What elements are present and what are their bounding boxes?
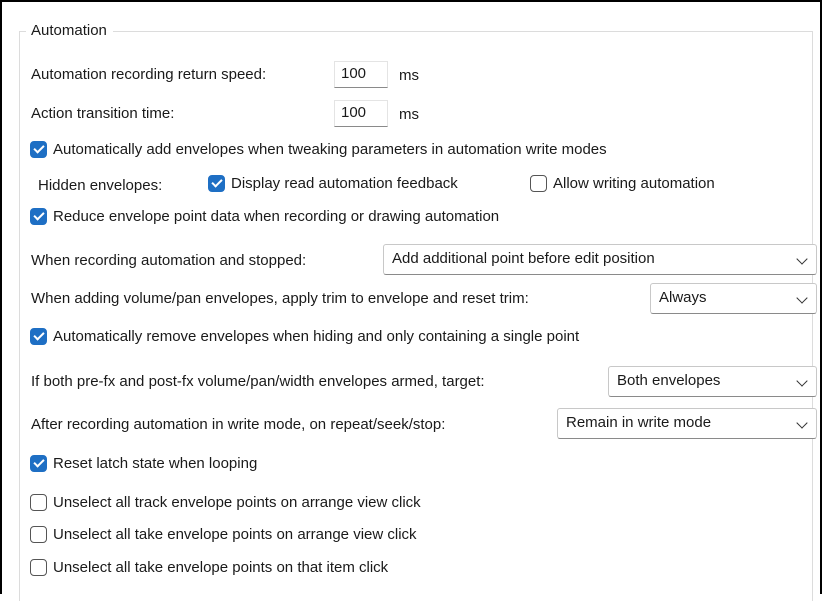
prefx-postfx-label: If both pre-fx and post-fx volume/pan/wi…: [31, 373, 485, 390]
reduce-point-data-label: Reduce envelope point data when recordin…: [53, 208, 500, 225]
checkbox-unchecked-icon: [30, 559, 47, 576]
hidden-envelopes-label: Hidden envelopes:: [38, 177, 163, 194]
transition-time-unit: ms: [399, 106, 419, 123]
checkbox-unchecked-icon: [30, 526, 47, 543]
after-recording-value: Remain in write mode: [566, 414, 712, 431]
recording-stopped-label: When recording automation and stopped:: [31, 252, 307, 269]
checkbox-checked-icon: [30, 328, 47, 345]
reset-latch-label: Reset latch state when looping: [53, 455, 258, 472]
checkbox-unchecked-icon: [530, 175, 547, 192]
transition-time-label: Action transition time:: [31, 105, 175, 122]
prefx-postfx-dropdown[interactable]: Both envelopes: [608, 366, 817, 397]
unselect-take-points-label: Unselect all take envelope points on arr…: [53, 526, 417, 543]
unselect-take-points-item-label: Unselect all take envelope points on tha…: [53, 559, 389, 576]
after-recording-dropdown[interactable]: Remain in write mode: [557, 408, 817, 439]
reduce-point-data-checkbox[interactable]: Reduce envelope point data when recordin…: [30, 208, 499, 225]
unselect-take-points-checkbox[interactable]: Unselect all take envelope points on arr…: [30, 526, 417, 543]
prefx-postfx-value: Both envelopes: [617, 372, 721, 389]
return-speed-label: Automation recording return speed:: [31, 66, 267, 83]
return-speed-input[interactable]: 100: [334, 61, 388, 88]
group-title: Automation: [26, 22, 113, 39]
chevron-down-icon: [796, 253, 808, 265]
auto-add-envelopes-checkbox[interactable]: Automatically add envelopes when tweakin…: [30, 141, 607, 158]
allow-writing-checkbox[interactable]: Allow writing automation: [530, 175, 715, 192]
checkbox-checked-icon: [30, 208, 47, 225]
checkbox-checked-icon: [30, 455, 47, 472]
return-speed-unit: ms: [399, 67, 419, 84]
recording-stopped-value: Add additional point before edit positio…: [392, 250, 655, 267]
display-feedback-label: Display read automation feedback: [231, 175, 458, 192]
apply-trim-label: When adding volume/pan envelopes, apply …: [31, 290, 529, 307]
reset-latch-checkbox[interactable]: Reset latch state when looping: [30, 455, 257, 472]
checkbox-checked-icon: [208, 175, 225, 192]
apply-trim-dropdown[interactable]: Always: [650, 283, 817, 314]
unselect-track-points-checkbox[interactable]: Unselect all track envelope points on ar…: [30, 494, 421, 511]
transition-time-input[interactable]: 100: [334, 100, 388, 127]
chevron-down-icon: [796, 417, 808, 429]
chevron-down-icon: [796, 375, 808, 387]
apply-trim-value: Always: [659, 289, 707, 306]
recording-stopped-dropdown[interactable]: Add additional point before edit positio…: [383, 244, 817, 275]
allow-writing-label: Allow writing automation: [553, 175, 715, 192]
checkbox-unchecked-icon: [30, 494, 47, 511]
after-recording-label: After recording automation in write mode…: [31, 416, 446, 433]
display-feedback-checkbox[interactable]: Display read automation feedback: [208, 175, 458, 192]
auto-add-envelopes-label: Automatically add envelopes when tweakin…: [53, 141, 607, 158]
auto-remove-envelopes-checkbox[interactable]: Automatically remove envelopes when hidi…: [30, 328, 579, 345]
auto-remove-envelopes-label: Automatically remove envelopes when hidi…: [53, 328, 580, 345]
chevron-down-icon: [796, 292, 808, 304]
checkbox-checked-icon: [30, 141, 47, 158]
unselect-take-points-item-checkbox[interactable]: Unselect all take envelope points on tha…: [30, 559, 388, 576]
unselect-track-points-label: Unselect all track envelope points on ar…: [53, 494, 421, 511]
